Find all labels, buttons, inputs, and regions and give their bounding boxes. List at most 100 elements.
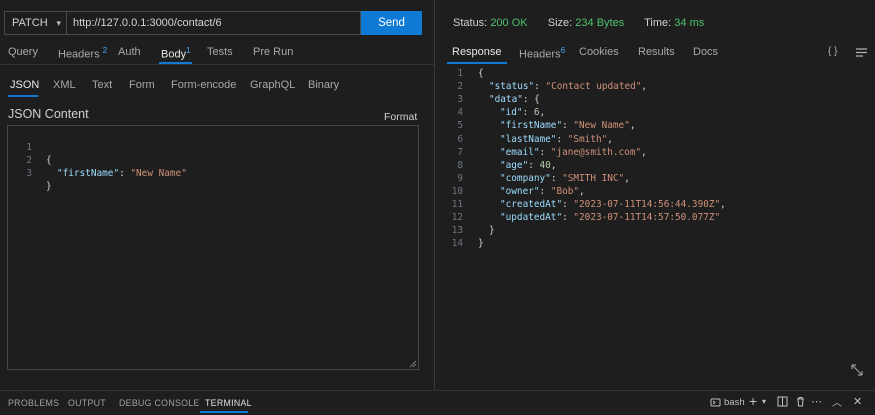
active-body-tab-indicator <box>8 95 38 97</box>
active-panel-tab-indicator <box>200 411 248 413</box>
panel-tab-output[interactable]: OUTPUT <box>68 398 106 408</box>
code-line: 14} <box>435 237 865 250</box>
code-line: 10 "owner": "Bob", <box>435 185 865 198</box>
json-key: "updatedAt" <box>500 212 563 224</box>
url-input[interactable]: http://127.0.0.1:3000/contact/6 <box>66 11 361 35</box>
code-line: 1{ <box>435 67 865 80</box>
json-key: "id" <box>500 107 523 119</box>
code-text: "age": 40, <box>500 159 557 171</box>
code-line: 3 } <box>8 154 408 192</box>
more-actions-icon[interactable]: ⋯ <box>811 395 822 408</box>
method-value: PATCH <box>12 17 48 29</box>
code-line: 8 "age": 40, <box>435 159 865 172</box>
menu-lines-icon[interactable] <box>856 48 867 57</box>
body-tab-graphql[interactable]: GraphQL <box>250 79 295 91</box>
code-line: 12 "updatedAt": "2023-07-11T14:57:50.077Z… <box>435 211 865 224</box>
code-line: 13} <box>435 224 865 237</box>
json-value: "New Name" <box>130 168 187 179</box>
json-value: "Contact updated" <box>545 81 642 93</box>
time-value: 34 ms <box>674 17 705 29</box>
json-key: "email" <box>500 146 540 158</box>
tab-cookies[interactable]: Cookies <box>579 46 619 58</box>
json-value: "jane@smith.com" <box>550 146 642 158</box>
line-number: 3 <box>457 94 463 106</box>
code-text: { <box>478 67 484 80</box>
url-value: http://127.0.0.1:3000/contact/6 <box>73 17 222 29</box>
split-terminal-icon[interactable] <box>777 396 788 410</box>
body-count-badge: 1 <box>186 46 191 55</box>
new-terminal-icon[interactable]: + <box>749 393 757 409</box>
code-line: 3 "data": { <box>435 93 865 106</box>
active-tab-indicator <box>159 62 192 64</box>
json-comma: , <box>629 120 636 132</box>
trash-icon[interactable] <box>795 396 806 410</box>
line-number: 9 <box>457 172 463 184</box>
tab-results[interactable]: Results <box>638 46 675 58</box>
body-tab-xml[interactable]: XML <box>53 79 76 91</box>
tab-response-headers[interactable]: Headers6 <box>519 46 565 61</box>
json-key: "status" <box>489 81 535 93</box>
response-status-row: Status: 200 OK Size: 234 Bytes Time: 34 … <box>453 17 704 29</box>
code-line: 2 "firstName": "New Name" <box>8 141 408 179</box>
json-key: "firstName" <box>500 120 563 132</box>
json-separator: : <box>119 168 131 179</box>
bottom-panel: PROBLEMS OUTPUT DEBUG CONSOLE TERMINAL b… <box>0 390 875 415</box>
json-value: "New Name" <box>573 120 630 132</box>
body-tab-form[interactable]: Form <box>129 79 155 91</box>
json-value: 40 <box>539 159 551 171</box>
code-text: } <box>46 181 52 192</box>
code-text: "id": 6, <box>500 107 546 119</box>
tab-body[interactable]: Body1 <box>161 46 191 61</box>
close-icon[interactable]: ✕ <box>853 395 862 408</box>
panel-tab-problems[interactable]: PROBLEMS <box>8 398 59 408</box>
panel-tab-debug-console[interactable]: DEBUG CONSOLE <box>119 398 200 408</box>
code-text: "firstName": "New Name" <box>57 167 187 180</box>
line-number: 5 <box>457 120 463 132</box>
tab-pre-run[interactable]: Pre Run <box>253 46 293 58</box>
json-key: "firstName" <box>57 168 120 179</box>
shell-name[interactable]: bash <box>724 397 745 408</box>
code-text: "createdAt": "2023-07-11T14:56:44.390Z", <box>500 199 726 210</box>
send-button[interactable]: Send <box>361 11 422 35</box>
body-tab-form-encode[interactable]: Form-encode <box>171 79 236 91</box>
json-comma: , <box>641 146 647 158</box>
tab-query[interactable]: Query <box>8 46 38 58</box>
tab-tests[interactable]: Tests <box>207 46 233 58</box>
code-text: "firstName": "New Name", <box>500 120 636 132</box>
panel-tab-terminal[interactable]: TERMINAL <box>205 398 252 408</box>
tab-response[interactable]: Response <box>452 46 502 58</box>
json-brace: } <box>489 225 495 237</box>
json-value: "Bob" <box>550 185 580 197</box>
tab-headers[interactable]: Headers 2 <box>58 46 107 61</box>
expand-diagonal-icon[interactable] <box>850 363 864 377</box>
json-comma: , <box>641 81 648 93</box>
code-text: "status": "Contact updated", <box>489 81 648 93</box>
json-value: "SMITH INC" <box>562 172 625 184</box>
maximize-panel-icon[interactable]: ︿ <box>832 394 842 409</box>
chevron-down-icon[interactable]: ▾ <box>762 397 766 406</box>
headers-count-badge: 2 <box>102 46 108 55</box>
method-select[interactable]: PATCH ▾ <box>4 11 67 35</box>
code-line: 2 "status": "Contact updated", <box>435 80 865 93</box>
json-comma: , <box>539 107 546 119</box>
body-tab-json[interactable]: JSON <box>10 79 39 91</box>
response-headers-count-badge: 6 <box>560 46 566 55</box>
tab-docs[interactable]: Docs <box>693 46 718 58</box>
tab-auth[interactable]: Auth <box>118 46 141 58</box>
resize-grip-icon[interactable] <box>409 360 417 368</box>
body-tab-text[interactable]: Text <box>92 79 112 91</box>
braces-icon[interactable]: { } <box>828 46 837 57</box>
line-number: 14 <box>451 238 463 250</box>
json-value: "2023-07-11T14:56:44.390Z" <box>573 199 721 210</box>
line-number: 13 <box>451 225 463 237</box>
body-tab-binary[interactable]: Binary <box>308 79 339 91</box>
code-text: "company": "SMITH INC", <box>500 172 630 184</box>
json-key: "lastName" <box>500 133 557 145</box>
format-button[interactable]: Format <box>384 111 417 123</box>
json-value: "Smith" <box>567 133 608 145</box>
size-label: Size: <box>547 17 573 29</box>
json-body-editor[interactable]: 1 { 2 "firstName": "New Name" 3 } <box>7 125 419 370</box>
json-comma: , <box>579 185 585 197</box>
json-key: "createdAt" <box>500 199 563 210</box>
time-label: Time: <box>644 17 672 29</box>
